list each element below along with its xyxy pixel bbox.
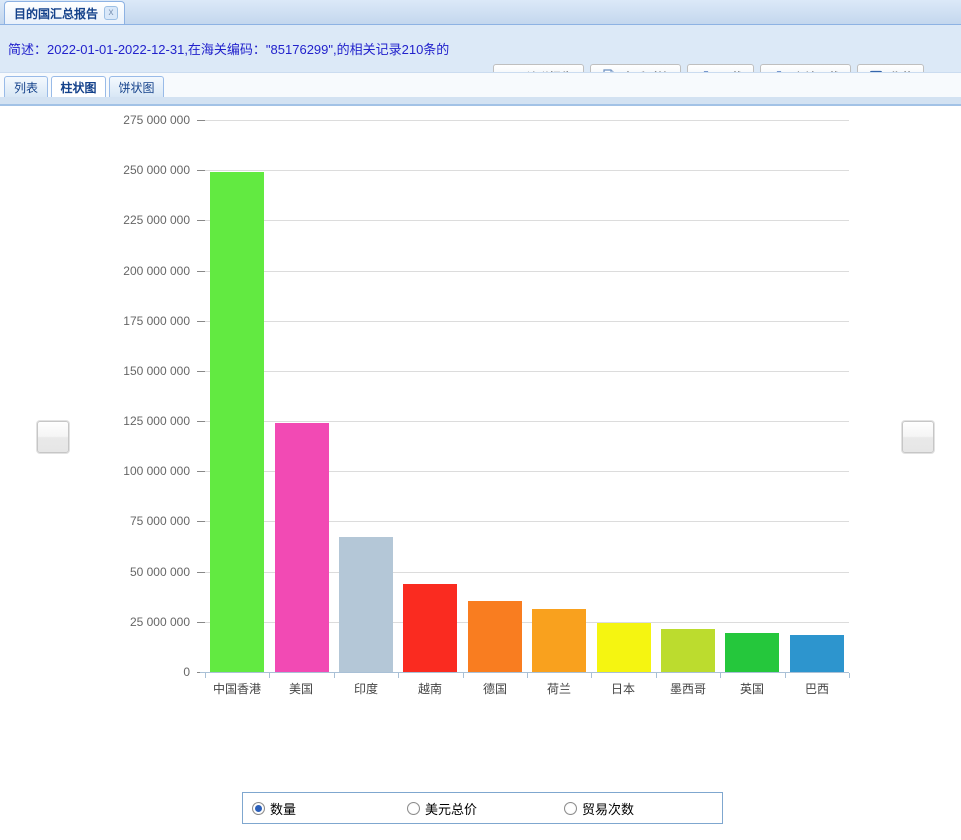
metric-option-trade-count[interactable]: 贸易次数 — [564, 799, 634, 818]
gridline — [205, 371, 849, 372]
y-axis-tick — [197, 471, 205, 472]
toolbar: 简述：2022-01-01-2022-12-31,在海关编码："85176299… — [0, 25, 961, 72]
x-axis-tick — [785, 673, 786, 678]
y-axis-label: 125 000 000 — [85, 414, 190, 428]
scroll-left-button[interactable] — [37, 421, 69, 453]
bar[interactable] — [661, 629, 715, 672]
gridline — [205, 170, 849, 171]
x-axis-label: 巴西 — [785, 680, 849, 697]
tab-close-icon[interactable]: x — [104, 6, 118, 20]
metric-label: 数量 — [270, 799, 296, 818]
y-axis-label: 50 000 000 — [85, 565, 190, 579]
app-window: 目的国汇总报告 x 简述：2022-01-01-2022-12-31,在海关编码… — [0, 0, 961, 840]
radio-icon[interactable] — [407, 802, 420, 815]
x-axis-tick — [527, 673, 528, 678]
metric-option-usd-total[interactable]: 美元总价 — [407, 799, 477, 818]
gridline — [205, 421, 849, 422]
x-axis-label: 日本 — [591, 680, 655, 697]
bar[interactable] — [339, 537, 393, 672]
bar[interactable] — [725, 633, 779, 672]
tab-label: 列表 — [14, 79, 38, 96]
y-axis-label: 250 000 000 — [85, 163, 190, 177]
y-axis-tick — [197, 421, 205, 422]
y-axis-label: 75 000 000 — [85, 514, 190, 528]
x-axis-label: 印度 — [334, 680, 398, 697]
y-axis-tick — [197, 321, 205, 322]
bar[interactable] — [403, 584, 457, 672]
x-axis-line — [200, 672, 849, 673]
metric-panel: 数量 美元总价 贸易次数 — [242, 792, 723, 824]
gridline — [205, 271, 849, 272]
x-axis-tick — [720, 673, 721, 678]
x-axis-label: 墨西哥 — [656, 680, 720, 697]
y-axis-tick — [197, 271, 205, 272]
tab-list-view[interactable]: 列表 — [4, 76, 48, 97]
x-axis-label: 中国香港 — [205, 680, 269, 697]
x-axis-tick — [849, 673, 850, 678]
y-axis-tick — [197, 521, 205, 522]
y-axis-tick — [197, 170, 205, 171]
y-axis-label: 100 000 000 — [85, 464, 190, 478]
window-tab-title: 目的国汇总报告 — [14, 5, 98, 22]
y-axis-label: 25 000 000 — [85, 615, 190, 629]
bar[interactable] — [468, 601, 522, 672]
y-axis-label: 150 000 000 — [85, 364, 190, 378]
summary-text: 简述：2022-01-01-2022-12-31,在海关编码："85176299… — [8, 39, 449, 58]
x-axis-label: 美国 — [269, 680, 333, 697]
y-axis-tick — [197, 622, 205, 623]
x-axis-label: 德国 — [463, 680, 527, 697]
metric-option-quantity[interactable]: 数量 — [252, 799, 296, 818]
x-axis-label: 荷兰 — [527, 680, 591, 697]
y-axis-label: 175 000 000 — [85, 314, 190, 328]
y-axis-tick — [197, 120, 205, 121]
gridline — [205, 220, 849, 221]
bar[interactable] — [790, 635, 844, 672]
radio-selected-icon[interactable] — [252, 802, 265, 815]
tab-label: 饼状图 — [118, 79, 154, 96]
scroll-right-button[interactable] — [902, 421, 934, 453]
x-axis-tick — [591, 673, 592, 678]
x-axis-tick — [205, 673, 206, 678]
bar[interactable] — [210, 172, 264, 672]
x-axis-tick — [656, 673, 657, 678]
gridline — [205, 120, 849, 121]
radio-icon[interactable] — [564, 802, 577, 815]
x-axis-tick — [334, 673, 335, 678]
x-axis-tick — [463, 673, 464, 678]
y-axis-tick — [197, 572, 205, 573]
window-tab[interactable]: 目的国汇总报告 x — [4, 1, 125, 24]
tab-bar-chart-view[interactable]: 柱状图 — [51, 76, 106, 97]
x-axis-label: 越南 — [398, 680, 462, 697]
bar[interactable] — [532, 609, 586, 672]
bar[interactable] — [275, 423, 329, 672]
bar[interactable] — [597, 623, 651, 672]
tab-pie-chart-view[interactable]: 饼状图 — [109, 76, 164, 97]
window-tab-bar: 目的国汇总报告 x — [0, 0, 961, 25]
tab-strip-divider — [0, 97, 961, 106]
y-axis-label: 200 000 000 — [85, 264, 190, 278]
tab-label: 柱状图 — [60, 79, 96, 96]
y-axis-label: 275 000 000 — [85, 113, 190, 127]
x-axis-tick — [398, 673, 399, 678]
y-axis-tick — [197, 371, 205, 372]
chart-canvas: 0 25 000 000 50 000 000 75 000 000 100 000 0… — [0, 106, 961, 770]
gridline — [205, 321, 849, 322]
metric-label: 贸易次数 — [582, 799, 634, 818]
y-axis-tick — [197, 220, 205, 221]
view-tab-bar: 列表 柱状图 饼状图 — [0, 72, 961, 98]
x-axis-label: 英国 — [720, 680, 784, 697]
x-axis-tick — [269, 673, 270, 678]
y-axis-label: 0 — [85, 665, 190, 679]
y-axis-label: 225 000 000 — [85, 213, 190, 227]
metric-label: 美元总价 — [425, 799, 477, 818]
